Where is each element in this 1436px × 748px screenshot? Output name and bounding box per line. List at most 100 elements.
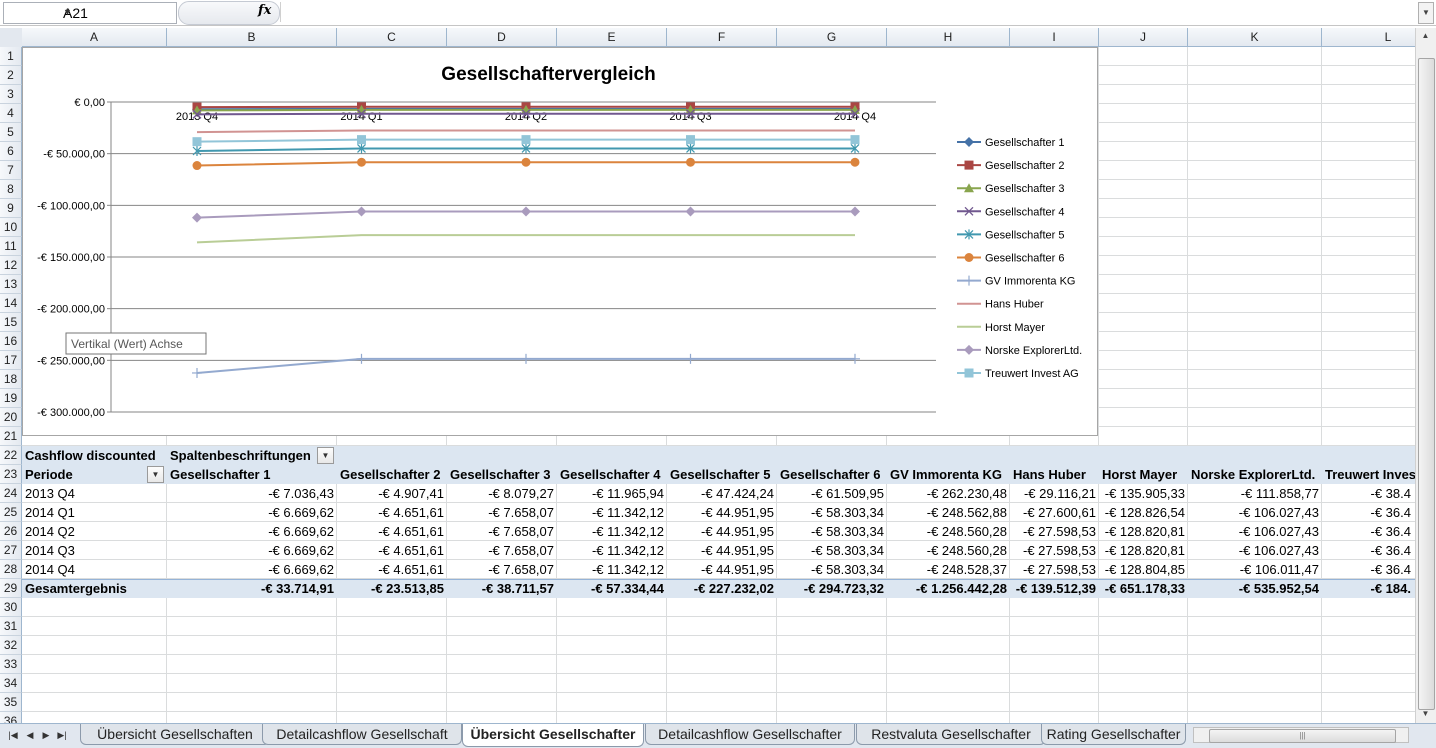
worksheet-grid[interactable]: ABCDEFGHIJKL 123456789101112131415161718… xyxy=(0,28,1415,723)
row-header[interactable]: 7 xyxy=(0,161,22,180)
column-header-k[interactable]: K xyxy=(1188,28,1322,47)
column-header-e[interactable]: E xyxy=(557,28,667,47)
row-header[interactable]: 22 xyxy=(0,446,22,465)
row-header[interactable]: 28 xyxy=(0,560,22,579)
line-chart[interactable]: Gesellschaftervergleich€ 0,00-€ 50.000,0… xyxy=(22,47,1098,436)
pivot-value-cell: -€ 128.820,81 xyxy=(1099,541,1188,560)
formula-input[interactable] xyxy=(280,2,1415,22)
tab-rating-gesellschafter[interactable]: Rating Gesellschafter xyxy=(1041,724,1186,745)
next-sheet-icon[interactable]: ▶ xyxy=(38,728,54,742)
row-header[interactable]: 20 xyxy=(0,408,22,427)
pivot-total-cell: -€ 227.232,02 xyxy=(667,579,777,598)
row-header[interactable]: 30 xyxy=(0,598,22,617)
row-header[interactable]: 35 xyxy=(0,693,22,712)
pivot-value-cell: -€ 44.951,95 xyxy=(667,522,777,541)
pivot-column-header: Gesellschafter 6 xyxy=(777,465,887,484)
scroll-down-icon[interactable]: ▼ xyxy=(1418,707,1433,721)
row-header[interactable]: 13 xyxy=(0,275,22,294)
insert-function-button[interactable]: fx xyxy=(178,1,280,25)
row-header[interactable]: 1 xyxy=(0,47,22,66)
column-header-g[interactable]: G xyxy=(777,28,887,47)
pivot-value-cell: -€ 36.4 xyxy=(1322,522,1414,541)
row-header[interactable]: 5 xyxy=(0,123,22,142)
select-all-corner[interactable] xyxy=(0,28,23,48)
column-header-f[interactable]: F xyxy=(667,28,777,47)
column-header-l[interactable]: L xyxy=(1322,28,1415,47)
tab-übersicht-gesellschafter[interactable]: Übersicht Gesellschafter xyxy=(462,724,644,747)
pivot-value-cell: -€ 106.027,43 xyxy=(1188,541,1322,560)
pivot-value-cell: -€ 11.342,12 xyxy=(557,503,667,522)
legend-label: Gesellschafter 1 xyxy=(985,137,1064,149)
row-header[interactable]: 23 xyxy=(0,465,22,484)
pivot-total-cell: -€ 294.723,32 xyxy=(777,579,887,598)
row-header[interactable]: 21 xyxy=(0,427,22,446)
row-header[interactable]: 16 xyxy=(0,332,22,351)
pivot-total-cell: -€ 57.334,44 xyxy=(557,579,667,598)
pivot-value-cell: -€ 4.651,61 xyxy=(337,541,447,560)
row-header[interactable]: 4 xyxy=(0,104,22,123)
series-hans-huber xyxy=(197,131,855,133)
expand-formula-bar-button[interactable]: ▼ xyxy=(1418,2,1434,24)
tab-detailcashflow-gesellschafter[interactable]: Detailcashflow Gesellschafter xyxy=(645,724,855,745)
row-header[interactable]: 3 xyxy=(0,85,22,104)
horizontal-scroll-thumb[interactable]: ||| xyxy=(1209,729,1396,743)
data-point xyxy=(851,158,860,167)
scroll-up-icon[interactable]: ▲ xyxy=(1418,29,1433,43)
row-header[interactable]: 36 xyxy=(0,712,22,723)
pivot-value-cell: -€ 111.858,77 xyxy=(1188,484,1322,503)
row-header[interactable]: 25 xyxy=(0,503,22,522)
row-header[interactable]: 27 xyxy=(0,541,22,560)
row-header[interactable]: 18 xyxy=(0,370,22,389)
row-header[interactable]: 33 xyxy=(0,655,22,674)
pivot-value-cell: -€ 4.651,61 xyxy=(337,560,447,579)
horizontal-scrollbar[interactable]: ||| xyxy=(1193,727,1409,743)
tab-restvaluta-gesellschafter[interactable]: Restvaluta Gesellschafter xyxy=(856,724,1046,745)
row-header[interactable]: 17 xyxy=(0,351,22,370)
legend-label: Gesellschafter 6 xyxy=(985,253,1064,265)
first-sheet-icon[interactable]: |◀ xyxy=(5,728,21,742)
row-header[interactable]: 14 xyxy=(0,294,22,313)
column-header-j[interactable]: J xyxy=(1099,28,1188,47)
row-header[interactable]: 10 xyxy=(0,218,22,237)
vertical-scrollbar[interactable]: ▲ ▼ xyxy=(1415,28,1436,723)
row-header[interactable]: 19 xyxy=(0,389,22,408)
row-filter-button[interactable]: ▼ xyxy=(147,466,164,483)
last-sheet-icon[interactable]: ▶| xyxy=(54,728,70,742)
legend-entry: Gesellschafter 6 xyxy=(957,253,1064,265)
pivot-value-cell: -€ 58.303,34 xyxy=(777,503,887,522)
row-header[interactable]: 8 xyxy=(0,180,22,199)
column-header-a[interactable]: A xyxy=(22,28,167,47)
row-header[interactable]: 29 xyxy=(0,579,22,598)
pivot-value-cell: -€ 248.528,37 xyxy=(887,560,1010,579)
column-header-c[interactable]: C xyxy=(337,28,447,47)
row-header[interactable]: 11 xyxy=(0,237,22,256)
tab-übersicht-gesellschaften[interactable]: Übersicht Gesellschaften xyxy=(80,724,270,745)
row-header[interactable]: 6 xyxy=(0,142,22,161)
vertical-scroll-thumb[interactable] xyxy=(1418,58,1435,710)
legend-marker xyxy=(965,253,974,262)
row-header[interactable]: 9 xyxy=(0,199,22,218)
column-header-d[interactable]: D xyxy=(447,28,557,47)
pivot-total-cell: -€ 1.256.442,28 xyxy=(887,579,1010,598)
column-filter-button[interactable]: ▼ xyxy=(317,447,334,464)
column-header-h[interactable]: H xyxy=(887,28,1010,47)
row-header[interactable]: 26 xyxy=(0,522,22,541)
row-header[interactable]: 24 xyxy=(0,484,22,503)
row-header[interactable]: 15 xyxy=(0,313,22,332)
pivot-value-cell: -€ 106.011,47 xyxy=(1188,560,1322,579)
prev-sheet-icon[interactable]: ◀ xyxy=(22,728,38,742)
column-header-b[interactable]: B xyxy=(167,28,337,47)
row-header[interactable]: 12 xyxy=(0,256,22,275)
series-line xyxy=(197,131,855,133)
row-header[interactable]: 31 xyxy=(0,617,22,636)
row-header[interactable]: 2 xyxy=(0,66,22,85)
column-header-i[interactable]: I xyxy=(1010,28,1099,47)
legend-label: Treuwert Invest AG xyxy=(985,368,1079,380)
tab-detailcashflow-gesellschaft[interactable]: Detailcashflow Gesellschaft xyxy=(262,724,462,745)
pivot-column-header: Gesellschafter 4 xyxy=(557,465,667,484)
row-header[interactable]: 32 xyxy=(0,636,22,655)
chevron-down-icon[interactable]: ▼ xyxy=(63,7,173,17)
data-point xyxy=(686,207,696,217)
name-box[interactable]: A21 ▼ xyxy=(3,2,177,24)
row-header[interactable]: 34 xyxy=(0,674,22,693)
